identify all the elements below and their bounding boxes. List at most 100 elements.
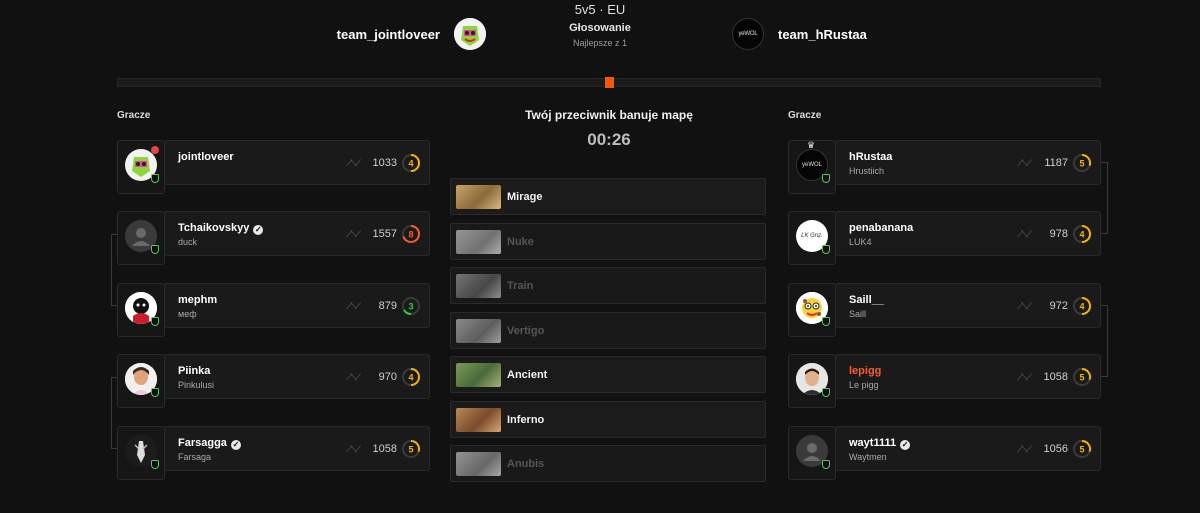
player-card[interactable]: Piinka Pinkulusi ⟋⟍⟋ 970 4 (164, 354, 430, 399)
voting-header: Głosowanie Najlepsze z 1 (0, 22, 1200, 48)
map-thumbnail (456, 274, 501, 298)
map-name: Inferno (507, 414, 545, 426)
team-right-logo-text: yeWOL (738, 31, 758, 37)
map-option-anubis[interactable]: Anubis (450, 445, 766, 482)
skill-level-number: 4 (1079, 230, 1084, 240)
map-thumbnail (456, 185, 501, 209)
team-right-name[interactable]: team_hRustaa (778, 27, 867, 42)
map-option-ancient[interactable]: Ancient (450, 356, 766, 393)
player-subname: Le pigg (849, 380, 879, 390)
map-option-vertigo[interactable]: Vertigo (450, 312, 766, 349)
player-name[interactable]: wayt1111 ✓ (849, 437, 911, 450)
player-elo: 970 (378, 371, 397, 383)
match-format: Najlepsze z 1 (572, 38, 628, 48)
right-player-slot[interactable]: yeWOL ♛ hRustaa Hrustiich ⟋⟍⟋ 1187 5 (788, 140, 1101, 202)
trend-icon: ⟋⟍⟋ (346, 229, 361, 239)
player-name[interactable]: mephm (178, 294, 217, 306)
right-player-slot[interactable]: LK Gnz. penabanana LUK4 ⟋⟍⟋ 978 4 (788, 211, 1101, 273)
player-name-text: Tchaikovskyy (178, 222, 250, 234)
avatar-box (788, 283, 836, 337)
shield-icon (151, 174, 159, 183)
map-option-train[interactable]: Train (450, 267, 766, 304)
vote-progress-bar (117, 77, 1101, 88)
team-right-logo[interactable]: yeWOL (732, 18, 764, 50)
trend-icon: ⟋⟍⟋ (1017, 158, 1032, 168)
avatar-box (117, 426, 165, 480)
player-subname: Farsaga (178, 452, 212, 462)
map-name: Anubis (507, 458, 545, 470)
right-player-slot[interactable]: wayt1111 ✓ Waytmen ⟋⟍⟋ 1056 5 (788, 426, 1101, 488)
skill-level-badge: 3 (402, 297, 420, 316)
player-name[interactable]: Tchaikovskyy ✓ (178, 222, 264, 235)
skill-level-badge: 5 (1073, 368, 1091, 386)
map-name: Train (507, 280, 534, 292)
trend-icon: ⟋⟍⟋ (1017, 444, 1032, 454)
left-player-slot[interactable]: Tchaikovskyy ✓ duck ⟋⟍⟋ 1557 8 (117, 211, 430, 273)
skill-level-number: 5 (408, 445, 413, 455)
player-name[interactable]: hRustaa (849, 151, 892, 163)
avatar-text: yeWOL (801, 162, 822, 168)
player-elo: 1033 (372, 157, 397, 169)
player-name[interactable]: lepigg (849, 365, 881, 377)
map-thumbnail (456, 363, 501, 387)
skill-level-badge: 4 (402, 368, 420, 386)
avatar-box: LK Gnz. (788, 211, 836, 265)
right-player-slot[interactable]: Saill__ Saill ⟋⟍⟋ 972 4 (788, 283, 1101, 345)
player-subname: Hrustiich (849, 166, 885, 176)
player-card[interactable]: hRustaa Hrustiich ⟋⟍⟋ 1187 5 (835, 140, 1101, 185)
player-elo: 1187 (1044, 157, 1068, 169)
voting-status: Głosowanie (569, 22, 631, 34)
player-name[interactable]: Piinka (178, 365, 210, 377)
player-subname: duck (178, 237, 198, 247)
player-name[interactable]: Saill__ (849, 294, 884, 306)
player-elo: 1056 (1043, 443, 1068, 455)
trend-icon: ⟋⟍⟋ (346, 444, 361, 454)
shield-icon (822, 317, 830, 326)
skill-level-badge: 5 (1073, 154, 1091, 172)
right-player-slot[interactable]: lepigg Le pigg ⟋⟍⟋ 1058 5 (788, 354, 1101, 416)
player-card[interactable]: lepigg Le pigg ⟋⟍⟋ 1058 5 (835, 354, 1101, 399)
verified-icon: ✓ (230, 440, 241, 450)
skill-level-number: 3 (408, 302, 413, 312)
shield-icon (822, 245, 830, 254)
player-card[interactable]: Tchaikovskyy ✓ duck ⟋⟍⟋ 1557 8 (164, 211, 430, 256)
player-name-text: wayt1111 (849, 437, 897, 449)
player-card[interactable]: wayt1111 ✓ Waytmen ⟋⟍⟋ 1056 5 (835, 426, 1101, 471)
shield-icon (822, 460, 830, 469)
player-elo: 879 (378, 300, 397, 312)
left-player-slot[interactable]: mephm меф ⟋⟍⟋ 879 3 (117, 283, 430, 345)
vote-progress-marker (604, 77, 614, 88)
player-name[interactable]: jointloveer (178, 151, 234, 163)
skill-level-badge: 4 (1073, 297, 1091, 315)
skill-level-number: 4 (408, 373, 413, 383)
skill-level-badge: 5 (1073, 440, 1091, 458)
player-subname: меф (178, 309, 197, 319)
map-thumbnail (456, 319, 501, 343)
left-player-slot[interactable]: Piinka Pinkulusi ⟋⟍⟋ 970 4 (117, 354, 430, 416)
trend-icon: ⟋⟍⟋ (1017, 229, 1032, 239)
skill-level-badge: 8 (402, 225, 420, 243)
map-option-nuke[interactable]: Nuke (450, 223, 766, 260)
map-thumbnail (456, 452, 501, 476)
player-card[interactable]: mephm меф ⟋⟍⟋ 879 3 (164, 283, 430, 328)
player-name[interactable]: Farsagga ✓ (178, 437, 241, 450)
trend-icon: ⟋⟍⟋ (1017, 301, 1032, 311)
skill-level-badge: 5 (402, 440, 420, 458)
left-player-slot[interactable]: Farsagga ✓ Farsaga ⟋⟍⟋ 1058 5 (117, 426, 430, 488)
ban-status-title: Twój przeciwnik banuje mapę (525, 108, 693, 122)
map-option-mirage[interactable]: Mirage (450, 178, 766, 215)
shield-icon (822, 174, 830, 183)
avatar-box (117, 211, 165, 265)
player-card[interactable]: penabanana LUK4 ⟋⟍⟋ 978 4 (835, 211, 1101, 256)
map-option-inferno[interactable]: Inferno (450, 401, 766, 438)
player-card[interactable]: Farsagga ✓ Farsaga ⟋⟍⟋ 1058 5 (164, 426, 430, 471)
player-elo: 978 (1049, 228, 1068, 240)
avatar-box: yeWOL ♛ (788, 140, 836, 194)
player-card[interactable]: Saill__ Saill ⟋⟍⟋ 972 4 (835, 283, 1101, 328)
skill-level-number: 4 (1079, 302, 1084, 312)
player-elo: 1058 (1043, 371, 1068, 383)
avatar-box (788, 354, 836, 408)
player-name[interactable]: penabanana (849, 222, 913, 234)
player-subname: Saill (849, 309, 867, 319)
trend-icon: ⟋⟍⟋ (346, 158, 361, 168)
